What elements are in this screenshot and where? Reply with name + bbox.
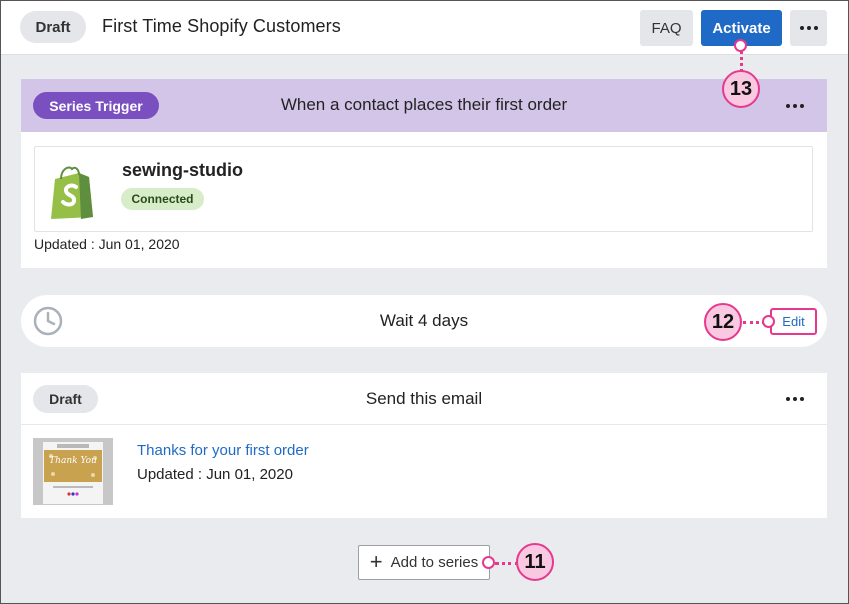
- email-thumbnail[interactable]: Thank You: [33, 438, 113, 505]
- email-preview-image: Thank You: [33, 438, 113, 505]
- email-name-link[interactable]: Thanks for your first order: [137, 442, 309, 459]
- email-step-body: Thank You Thanks for your first order Up…: [21, 425, 827, 518]
- svg-text:Thank You: Thank You: [49, 456, 97, 466]
- edit-wait-button[interactable]: Edit: [770, 308, 817, 335]
- trigger-more-button[interactable]: [776, 88, 813, 124]
- page-title: First Time Shopify Customers: [102, 16, 341, 36]
- add-to-series-label: Add to series: [390, 554, 479, 571]
- email-more-button[interactable]: [776, 381, 813, 417]
- connection-status-badge: Connected: [121, 188, 204, 210]
- callout-badge-activate: 13: [722, 70, 760, 108]
- status-badge: Draft: [20, 11, 86, 43]
- trigger-updated-date: Updated : Jun 01, 2020: [34, 236, 180, 252]
- more-icon: [799, 26, 818, 30]
- callout-connector: [740, 51, 743, 72]
- series-trigger-body: sewing-studio Connected Updated : Jun 01…: [21, 132, 827, 268]
- callout-anchor-edit: [762, 315, 775, 328]
- email-step-title: Send this email: [365, 389, 483, 408]
- series-trigger-header: Series Trigger When a contact places the…: [21, 79, 827, 132]
- callout-anchor-activate: [734, 39, 747, 52]
- email-updated-date: Updated : Jun 01, 2020: [137, 466, 293, 483]
- callout-anchor-add: [482, 556, 495, 569]
- plus-icon: +: [369, 548, 383, 574]
- store-connection-card: sewing-studio Connected: [34, 146, 813, 232]
- callout-badge-edit: 12: [704, 303, 742, 341]
- faq-button[interactable]: FAQ: [640, 10, 693, 46]
- top-bar: Draft First Time Shopify Customers FAQ A…: [1, 1, 848, 55]
- trigger-title: When a contact places their first order: [280, 95, 568, 114]
- more-icon: [785, 104, 804, 108]
- add-to-series-button[interactable]: + Add to series: [358, 545, 490, 580]
- callout-badge-add: 11: [516, 543, 554, 581]
- email-step-header: Draft Send this email: [21, 373, 827, 425]
- shopify-bag-icon: [51, 166, 93, 219]
- more-icon: [785, 397, 804, 401]
- store-name: sewing-studio: [122, 160, 243, 180]
- header-more-button[interactable]: [790, 10, 827, 46]
